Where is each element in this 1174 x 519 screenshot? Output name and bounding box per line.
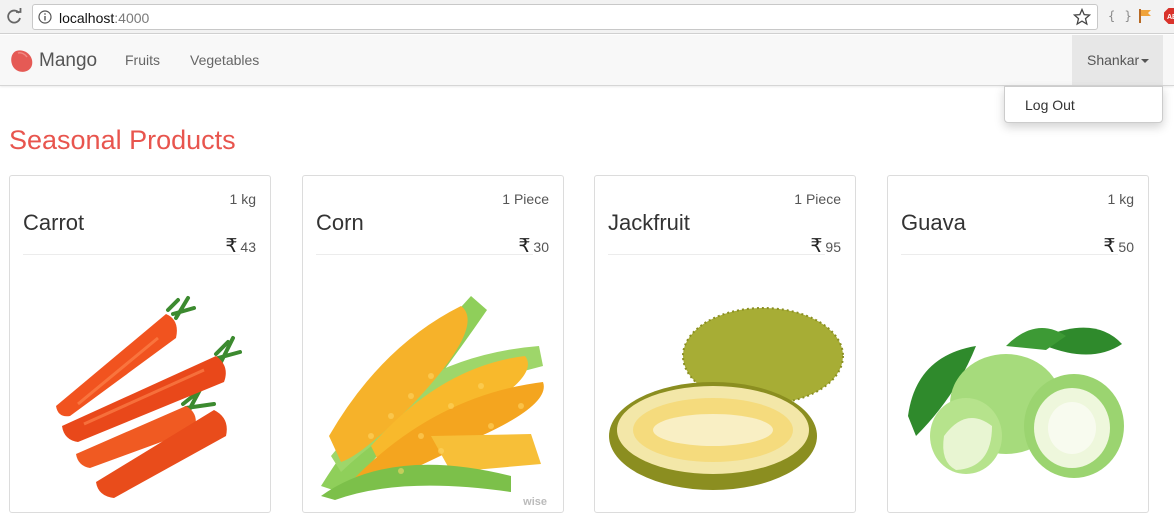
corn-image (321, 296, 544, 500)
product-quantity: 1 Piece (502, 191, 549, 207)
product-name: Carrot (23, 210, 85, 235)
bookmark-star-icon[interactable] (1073, 8, 1091, 26)
browser-toolbar: localhost:4000 { } AB (0, 0, 1174, 34)
nav-link-vegetables[interactable]: Vegetables (190, 52, 259, 68)
product-quantity: 1 kg (1107, 191, 1134, 207)
product-card-carrot[interactable]: 1 kg Carrot ₹43 (9, 175, 271, 513)
product-card-guava[interactable]: 1 kg Guava ₹50 (887, 175, 1149, 513)
user-name: Shankar (1087, 52, 1140, 68)
caret-down-icon (1141, 59, 1150, 64)
product-price: ₹50 (1103, 236, 1134, 257)
carrot-image (56, 296, 242, 498)
brand-name: Mango (39, 50, 98, 71)
mango-logo-icon (11, 50, 33, 72)
address-bar[interactable]: localhost:4000 (32, 4, 1098, 30)
rupee-icon: ₹ (1103, 236, 1116, 257)
logout-menu-item[interactable]: Log Out (1025, 97, 1075, 113)
divider (316, 254, 533, 255)
product-quantity: 1 Piece (794, 191, 841, 207)
brand-link[interactable]: Mango (9, 48, 97, 74)
info-icon[interactable] (38, 10, 52, 24)
adblock-icon[interactable]: AB (1163, 7, 1174, 25)
url-text[interactable]: localhost:4000 (59, 10, 149, 26)
rupee-icon: ₹ (225, 236, 238, 257)
rupee-icon: ₹ (810, 236, 823, 257)
image-watermark: wise (523, 496, 547, 508)
reload-icon[interactable] (4, 7, 24, 27)
product-price: ₹43 (225, 236, 256, 257)
jackfruit-image (609, 307, 844, 490)
divider (608, 254, 825, 255)
product-name: Corn (316, 210, 364, 235)
product-name: Jackfruit (608, 210, 690, 235)
user-menu-toggle[interactable]: Shankar (1072, 35, 1163, 85)
flag-extension-icon[interactable] (1138, 8, 1152, 24)
svg-text:AB: AB (1167, 14, 1174, 21)
product-quantity: 1 kg (229, 191, 256, 207)
user-dropdown-menu: Log Out (1004, 86, 1163, 123)
guava-image (908, 327, 1124, 478)
product-price: ₹95 (810, 236, 841, 257)
product-card-jackfruit[interactable]: 1 Piece Jackfruit ₹95 (594, 175, 856, 513)
json-extension-icon[interactable]: { } (1108, 9, 1133, 23)
app-navbar: Mango Fruits Vegetables Shankar (0, 35, 1174, 86)
nav-link-fruits[interactable]: Fruits (125, 52, 160, 68)
divider (901, 254, 1118, 255)
divider (23, 254, 240, 255)
rupee-icon: ₹ (518, 236, 531, 257)
page-title: Seasonal Products (9, 125, 236, 155)
product-card-corn[interactable]: 1 Piece Corn ₹30 wise (302, 175, 564, 513)
product-name: Guava (901, 210, 966, 235)
product-price: ₹30 (518, 236, 549, 257)
